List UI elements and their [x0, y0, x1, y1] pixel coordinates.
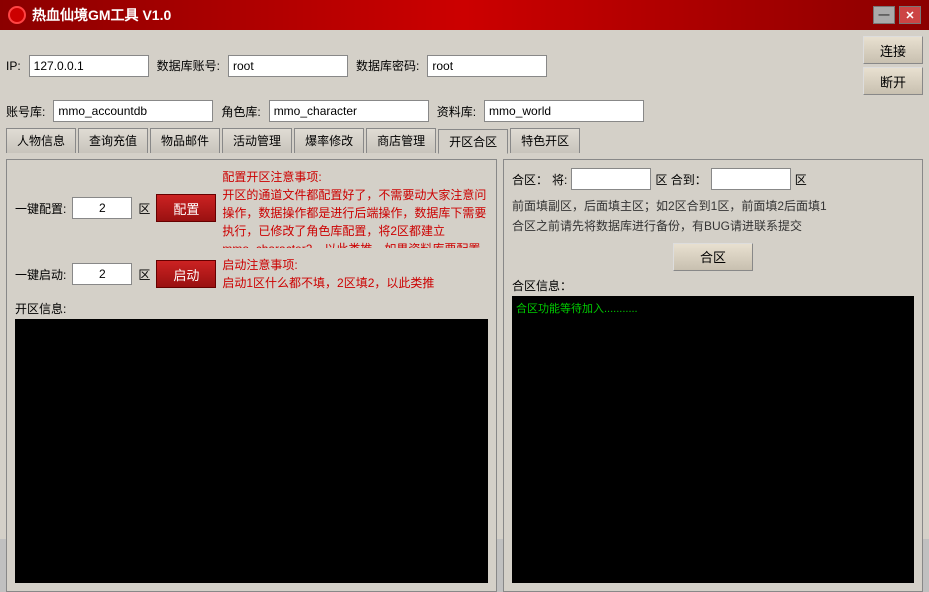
- disconnect-button[interactable]: 断开: [863, 67, 923, 95]
- config-unit-label: 区: [138, 200, 150, 217]
- db-account-input[interactable]: [228, 55, 348, 77]
- tab-activity-manage[interactable]: 活动管理: [222, 128, 292, 153]
- account-db-label: 账号库:: [6, 103, 45, 120]
- area-info-section: 开区信息:: [15, 300, 488, 583]
- db-password-input[interactable]: [427, 55, 547, 77]
- start-num-input[interactable]: [72, 263, 132, 285]
- title-bar-controls: — ✕: [873, 6, 921, 24]
- config-button[interactable]: 配置: [156, 194, 216, 222]
- merge-button[interactable]: 合区: [673, 243, 753, 271]
- merge-info-content: 合区功能等待加入...........: [516, 303, 638, 315]
- start-unit-label: 区: [138, 266, 150, 283]
- tab-special-open[interactable]: 特色开区: [510, 128, 580, 153]
- character-db-label: 角色库:: [221, 103, 260, 120]
- panel-area: 一键配置: 区 配置 配置开区注意事项: 开区的通道文件都配置好了，不需要动大家…: [6, 159, 923, 592]
- tab-person-info[interactable]: 人物信息: [6, 128, 76, 153]
- tab-query-charge[interactable]: 查询充值: [78, 128, 148, 153]
- one-click-start-label: 一键启动:: [15, 266, 66, 283]
- data-db-label: 资料库:: [437, 103, 476, 120]
- app-icon: [8, 6, 26, 24]
- merge-header-row: 合区： 将: 区 合到： 区: [512, 168, 914, 190]
- close-button[interactable]: ✕: [899, 6, 921, 24]
- account-db-input[interactable]: [53, 100, 213, 122]
- app-title: 热血仙境GM工具 V1.0: [32, 5, 171, 25]
- ip-input[interactable]: [29, 55, 149, 77]
- to-unit-label: 区: [795, 171, 807, 188]
- area-info-label: 开区信息:: [15, 300, 488, 317]
- to-zone-input[interactable]: [711, 168, 791, 190]
- left-panel: 一键配置: 区 配置 配置开区注意事项: 开区的通道文件都配置好了，不需要动大家…: [6, 159, 497, 592]
- tab-shop-manage[interactable]: 商店管理: [366, 128, 436, 153]
- from-zone-input[interactable]: [571, 168, 651, 190]
- start-button[interactable]: 启动: [156, 260, 216, 288]
- config-num-input[interactable]: [72, 197, 132, 219]
- config-row: 一键配置: 区 配置 配置开区注意事项: 开区的通道文件都配置好了，不需要动大家…: [15, 168, 488, 248]
- character-db-input[interactable]: [269, 100, 429, 122]
- from-label: 将:: [552, 171, 567, 188]
- area-info-box: [15, 319, 488, 583]
- config-notes: 配置开区注意事项: 开区的通道文件都配置好了，不需要动大家注意问操作，数据操作都…: [222, 168, 488, 248]
- tab-item-mail[interactable]: 物品邮件: [150, 128, 220, 153]
- merge-header-label: 合区：: [512, 171, 548, 188]
- connect-button[interactable]: 连接: [863, 36, 923, 64]
- main-content: IP: 数据库账号: 数据库密码: 连接 断开 账号库: 角色库: 资料库: 人…: [0, 30, 929, 539]
- db-account-label: 数据库账号:: [157, 57, 220, 74]
- start-notes: 启动注意事项: 启动1区什么都不填，2区填2，以此类推: [222, 256, 488, 292]
- minimize-button[interactable]: —: [873, 6, 895, 24]
- title-bar: 热血仙境GM工具 V1.0 — ✕: [0, 0, 929, 30]
- one-click-config-label: 一键配置:: [15, 200, 66, 217]
- right-panel: 合区： 将: 区 合到： 区 前面填副区，后面填主区；如2区合到1区，前面填2后…: [503, 159, 923, 592]
- merge-info-box: 合区功能等待加入...........: [512, 296, 914, 583]
- merge-btn-row: 合区: [512, 243, 914, 271]
- title-bar-left: 热血仙境GM工具 V1.0: [8, 5, 171, 25]
- tab-open-merge[interactable]: 开区合区: [438, 129, 508, 154]
- tab-drop-rate[interactable]: 爆率修改: [294, 128, 364, 153]
- data-db-input[interactable]: [484, 100, 644, 122]
- unit-label: 区 合到：: [655, 171, 706, 188]
- start-row: 一键启动: 区 启动 启动注意事项: 启动1区什么都不填，2区填2，以此类推: [15, 256, 488, 292]
- merge-desc: 前面填副区，后面填主区；如2区合到1区，前面填2后面填1 合区之前请先将数据库进…: [512, 196, 914, 237]
- merge-info-label: 合区信息：: [512, 277, 914, 294]
- ip-label: IP:: [6, 59, 21, 73]
- db-password-label: 数据库密码:: [356, 57, 419, 74]
- merge-info-section: 合区信息： 合区功能等待加入...........: [512, 277, 914, 583]
- tabs-bar: 人物信息 查询充值 物品邮件 活动管理 爆率修改 商店管理 开区合区 特色开区: [6, 128, 923, 153]
